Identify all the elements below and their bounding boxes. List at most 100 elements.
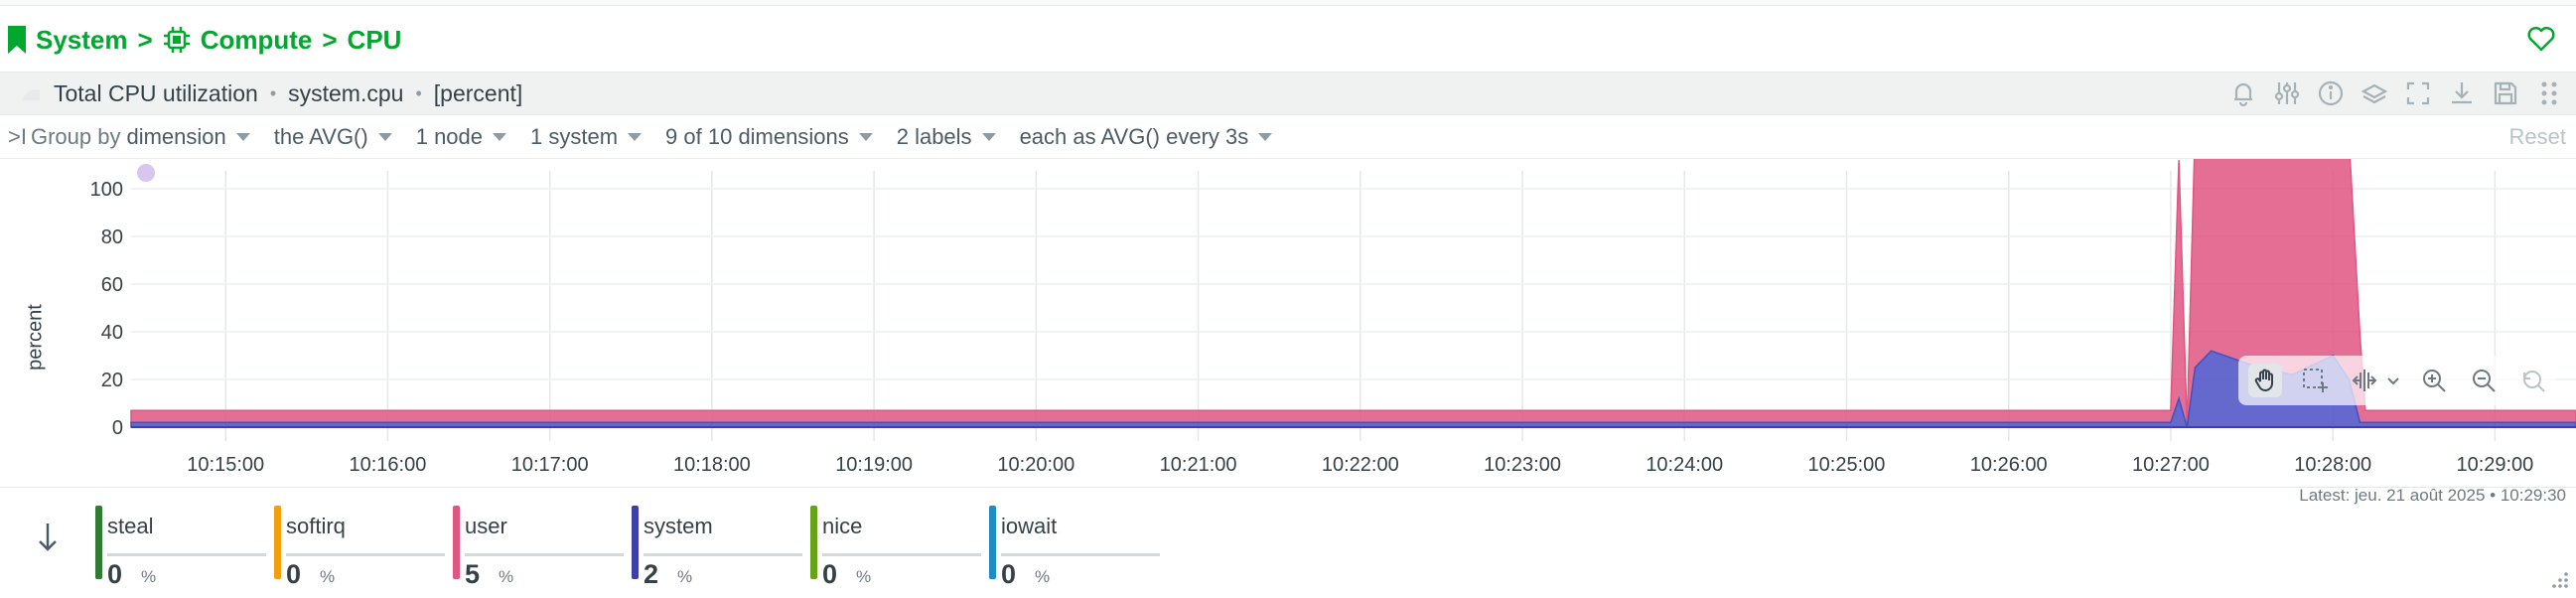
download-icon[interactable] xyxy=(2447,78,2477,108)
reset-zoom-button[interactable] xyxy=(2516,364,2550,397)
instances-value: 1 system xyxy=(530,123,619,149)
group-by-dimension-select[interactable]: dimension xyxy=(126,123,250,150)
nodes-select[interactable]: 1 node xyxy=(415,123,507,150)
bell-icon[interactable] xyxy=(2228,78,2258,108)
breadcrumb-system[interactable]: System xyxy=(36,25,128,56)
x-tick-label: 10:26:00 xyxy=(1970,454,2048,476)
nodes-value: 1 node xyxy=(415,123,484,149)
legend-value: 0 xyxy=(822,559,838,589)
pan-axis-button[interactable] xyxy=(2348,364,2381,397)
chart-svg[interactable]: 020406080100 10:15:00 10:16:00 10:17:00 10:… xyxy=(0,159,2576,487)
y-tick-label: 60 xyxy=(101,274,123,296)
x-tick-label: 10:21:00 xyxy=(1160,454,1237,476)
labels-value: 2 labels xyxy=(896,123,972,149)
legend-unit: % xyxy=(677,567,693,586)
chart-title-bar: Total CPU utilization • system.cpu • [pe… xyxy=(0,72,2576,115)
breadcrumb-separator: > xyxy=(137,24,153,55)
vertical-grid xyxy=(224,171,2497,441)
legend-item-system[interactable]: system 2 % xyxy=(632,506,806,589)
legend-name: system xyxy=(644,514,713,538)
instances-select[interactable]: 1 system xyxy=(530,123,643,150)
legend-divider xyxy=(465,553,624,556)
drag-icon[interactable] xyxy=(2534,78,2564,108)
legend-item-nice[interactable]: nice 0 % xyxy=(810,506,985,589)
legend-item-softirq[interactable]: softirq 0 % xyxy=(274,506,449,589)
info-icon[interactable] xyxy=(2316,78,2346,108)
time-aggregation-select[interactable]: each as AVG() every 3s xyxy=(1020,124,1273,150)
legend-divider xyxy=(822,553,981,556)
legend-unit: % xyxy=(499,567,514,586)
legend-value: 5 xyxy=(465,559,481,589)
time-aggregation-value: each as AVG() every 3s xyxy=(1019,123,1249,149)
legend-unit: % xyxy=(856,567,872,586)
legend-unit: % xyxy=(320,567,336,586)
pan-icon xyxy=(2352,370,2377,391)
select-area-button[interactable] xyxy=(2298,364,2332,397)
y-tick-labels: 0 20 40 60 80 100 xyxy=(90,179,123,439)
legend-item-iowait[interactable]: iowait 0 % xyxy=(989,506,1164,589)
chevron-down-icon xyxy=(858,132,873,141)
title-dot: • xyxy=(415,82,422,103)
chart-area[interactable]: percent 0 20 40 60 80 100 10:15:00 10:16:00 10:… xyxy=(0,159,2576,487)
aggregation-value: the AVG() xyxy=(273,123,368,149)
y-tick-label: 20 xyxy=(101,370,123,391)
group-by-label-wrap: >I Group by xyxy=(8,124,120,150)
group-by-value: dimension xyxy=(126,123,226,149)
x-tick-label: 10:16:00 xyxy=(350,454,427,476)
annotation-marker-icon[interactable] xyxy=(137,164,155,182)
collapse-toggle[interactable]: >I xyxy=(8,124,27,150)
chevron-down-icon xyxy=(628,132,643,141)
legend-item-steal[interactable]: steal 0 % xyxy=(95,506,270,589)
x-tick-label: 10:29:00 xyxy=(2456,454,2533,476)
x-tick-label: 10:25:00 xyxy=(1808,454,1886,476)
title-actions xyxy=(2228,78,2564,108)
breadcrumb-compute[interactable]: Compute xyxy=(201,25,313,56)
x-tick-label: 10:15:00 xyxy=(187,454,264,476)
expand-icon[interactable] xyxy=(2403,78,2433,108)
x-tick-label: 10:23:00 xyxy=(1484,454,1561,476)
chevron-down-icon[interactable] xyxy=(2385,373,2401,388)
legend-unit: % xyxy=(1035,567,1051,586)
legend-item-user[interactable]: user 5 % xyxy=(453,506,628,589)
x-tick-label: 10:22:00 xyxy=(1322,454,1399,476)
aggregation-select[interactable]: the AVG() xyxy=(274,124,392,150)
legend-divider xyxy=(644,553,802,556)
stack-icon[interactable] xyxy=(2360,78,2389,108)
y-tick-label: 0 xyxy=(112,417,123,439)
arrow-down-icon[interactable] xyxy=(32,518,64,557)
x-tick-label: 10:24:00 xyxy=(1646,454,1723,476)
chevron-down-icon xyxy=(981,132,996,141)
reset-zoom-icon xyxy=(2523,371,2545,392)
x-tick-label: 10:27:00 xyxy=(2132,454,2210,476)
title-dot: • xyxy=(269,82,277,103)
top-strip xyxy=(0,0,2576,6)
breadcrumb-cpu[interactable]: CPU xyxy=(348,25,402,56)
legend-color-bar xyxy=(989,506,996,579)
chart-context: system.cpu xyxy=(288,79,404,106)
legend-name: steal xyxy=(107,514,154,538)
zoom-in-button[interactable] xyxy=(2417,364,2451,397)
legend-color-bar xyxy=(810,506,817,579)
dimensions-select[interactable]: 9 of 10 dimensions xyxy=(665,124,873,150)
legend-divider xyxy=(107,553,266,556)
chart-title: Total CPU utilization xyxy=(54,79,258,106)
reset-button[interactable]: Reset xyxy=(2509,124,2566,150)
legend-value: 0 xyxy=(107,559,123,589)
sliders-icon[interactable] xyxy=(2272,78,2302,108)
breadcrumb: System > Compute > CPU xyxy=(8,20,401,60)
labels-select[interactable]: 2 labels xyxy=(897,124,996,150)
save-icon[interactable] xyxy=(2491,78,2520,108)
pan-hand-button[interactable] xyxy=(2248,364,2282,397)
netdata-chart-page: System > Compute > CPU Total CPU utiliza… xyxy=(0,0,2576,598)
y-tick-label: 40 xyxy=(101,322,123,344)
zoom-out-button[interactable] xyxy=(2467,364,2501,397)
legend-name: softirq xyxy=(286,514,346,538)
resize-handle-icon[interactable] xyxy=(2550,570,2570,590)
legend-divider xyxy=(1001,553,1160,556)
group-by-label: Group by xyxy=(30,123,121,149)
legend-color-bar xyxy=(95,506,102,579)
series-areas xyxy=(130,159,2576,428)
breadcrumb-separator: > xyxy=(322,24,338,55)
x-tick-label: 10:18:00 xyxy=(673,454,751,476)
heart-icon[interactable] xyxy=(2526,24,2556,54)
